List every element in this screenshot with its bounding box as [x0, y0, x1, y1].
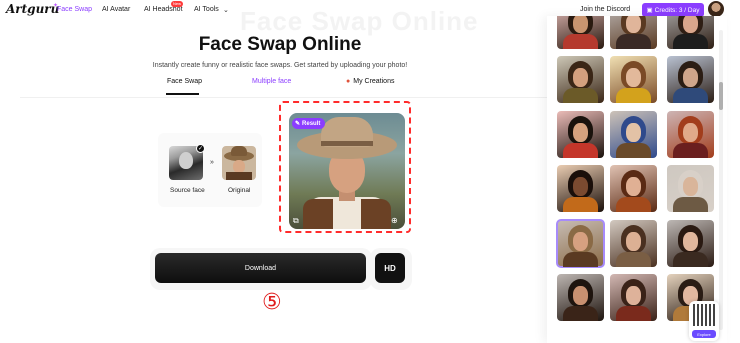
result-image[interactable] — [289, 113, 405, 229]
hero-watermark-text: Face Swap Online — [240, 6, 479, 36]
nav-face-swap[interactable]: Face Swap — [57, 6, 92, 13]
check-icon: ✓ — [196, 144, 205, 153]
divider — [20, 97, 550, 98]
gallery-thumbnail[interactable] — [667, 165, 714, 212]
qr-code-icon — [693, 304, 715, 326]
original-thumbnail[interactable] — [222, 146, 256, 180]
gallery-thumbnail[interactable] — [557, 16, 604, 49]
scrollbar-thumb[interactable] — [719, 82, 723, 110]
app-root: Artguru ✦ Face Swap AI Avatar AI Headsho… — [0, 0, 740, 343]
gallery-thumbnail[interactable] — [610, 111, 657, 158]
nav-ai-avatar[interactable]: AI Avatar — [102, 6, 130, 13]
tab-my-creations[interactable]: ● My Creations — [346, 78, 394, 85]
hd-upscale-button[interactable]: HD — [375, 253, 405, 283]
credits-button[interactable]: ▣ Credits: 3 / Day — [642, 3, 704, 17]
original-label: Original — [228, 187, 251, 194]
source-panel: ✓ » Source face Original — [158, 133, 262, 207]
compare-icon[interactable]: ⧉ — [293, 216, 304, 226]
new-badge: New — [171, 1, 184, 7]
wand-icon: ✎ — [295, 121, 301, 127]
tab-my-creations-label: My Creations — [353, 78, 395, 85]
gallery-thumbnail[interactable] — [557, 165, 604, 212]
result-highlight-frame: ✎ Result ⧉ ⊕ — [279, 101, 411, 233]
mode-tabs: Face Swap Multiple face ● My Creations — [0, 78, 560, 95]
gallery-thumbnail[interactable] — [556, 219, 605, 268]
logo[interactable]: Artguru — [6, 2, 59, 16]
step-marker: ⑤ — [262, 290, 282, 315]
gallery-thumbnail[interactable] — [667, 16, 714, 49]
gallery-thumbnail[interactable] — [557, 274, 604, 321]
source-face-label: Source face — [170, 187, 205, 194]
gallery-thumbnail[interactable] — [557, 56, 604, 103]
scrollbar-track[interactable] — [719, 30, 723, 330]
download-button[interactable]: Download — [155, 253, 366, 283]
chevron-down-icon[interactable]: ⌄ — [223, 6, 229, 14]
gallery-thumbnail[interactable] — [667, 220, 714, 267]
arrow-right-icon: » — [210, 159, 214, 166]
template-gallery — [547, 16, 727, 343]
tab-face-swap[interactable]: Face Swap — [167, 78, 202, 85]
page-subtitle: Instantly create funny or realistic face… — [152, 62, 408, 69]
credits-icon: ▣ — [646, 7, 653, 14]
gallery-thumbnail[interactable] — [667, 56, 714, 103]
tab-multiple-face[interactable]: Multiple face — [252, 78, 291, 85]
gallery-thumbnail[interactable] — [667, 111, 714, 158]
credits-label: Credits: 3 / Day — [654, 6, 700, 14]
gallery-thumbnail[interactable] — [557, 111, 604, 158]
nav-ai-headshot[interactable]: AI Headshot — [144, 6, 183, 13]
result-badge: ✎ Result — [292, 118, 326, 129]
active-tab-underline — [166, 93, 199, 95]
creations-icon: ● — [346, 78, 351, 85]
gallery-thumbnail[interactable] — [610, 56, 657, 103]
zoom-in-icon[interactable]: ⊕ — [391, 216, 402, 226]
avatar[interactable] — [708, 1, 724, 17]
hd-icon: HD — [384, 263, 396, 273]
result-badge-label: Result — [302, 120, 321, 127]
gallery-thumbnail[interactable] — [610, 220, 657, 267]
gallery-thumbnail[interactable] — [610, 16, 657, 49]
nav-ai-tools[interactable]: AI Tools — [194, 6, 219, 13]
join-discord-link[interactable]: Join the Discord — [580, 6, 630, 13]
page-title: Face Swap Online — [198, 34, 362, 55]
gallery-thumbnail[interactable] — [610, 274, 657, 321]
explore-button[interactable]: Explore — [692, 330, 716, 338]
gallery-thumbnail[interactable] — [610, 165, 657, 212]
